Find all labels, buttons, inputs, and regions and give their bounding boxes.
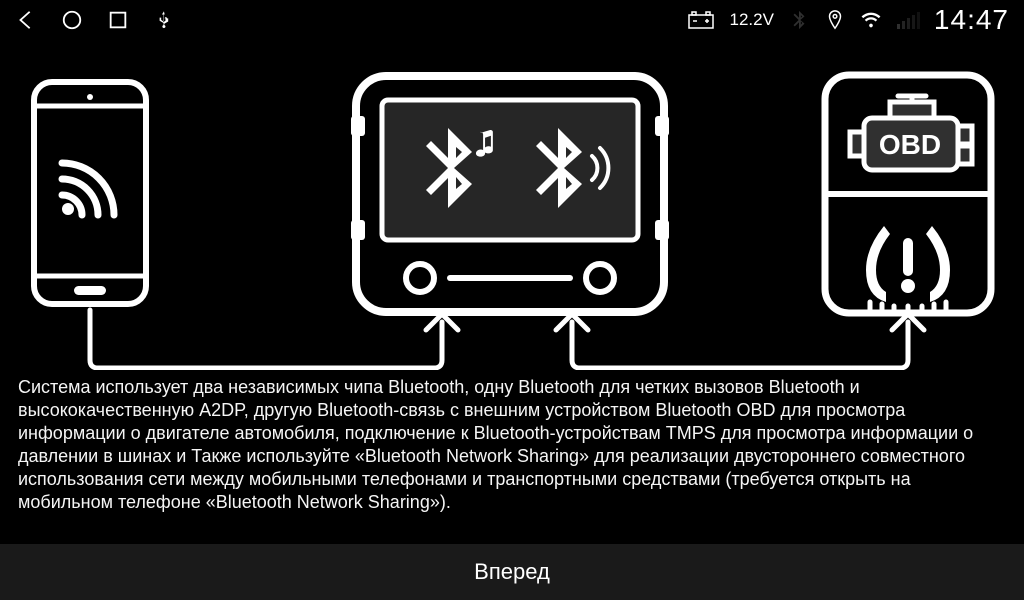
obd-tpms-device-icon: OBD (820, 70, 996, 318)
clock: 14:47 (934, 4, 1009, 36)
phone-device-icon (30, 78, 150, 308)
recent-apps-icon[interactable] (107, 9, 129, 31)
nav-controls (15, 9, 175, 31)
status-right: 12.2V 14:47 (687, 4, 1009, 36)
usb-icon (153, 9, 175, 31)
description-text: Система использует два независимых чипа … (0, 370, 1024, 520)
bluetooth-diagram: OBD (0, 40, 1024, 370)
battery-voltage: 12.2V (729, 10, 773, 30)
wifi-icon (860, 9, 882, 31)
home-icon[interactable] (61, 9, 83, 31)
status-bar: 12.2V 14:47 (0, 0, 1024, 40)
bluetooth-status-icon (788, 9, 810, 31)
next-button-label: Вперед (474, 559, 550, 585)
car-battery-icon (687, 9, 715, 31)
next-button[interactable]: Вперед (0, 544, 1024, 600)
headunit-device-icon (350, 70, 670, 318)
obd-label: OBD (879, 129, 941, 160)
cellular-signal-icon (896, 9, 920, 31)
location-icon (824, 9, 846, 31)
back-icon[interactable] (15, 9, 37, 31)
